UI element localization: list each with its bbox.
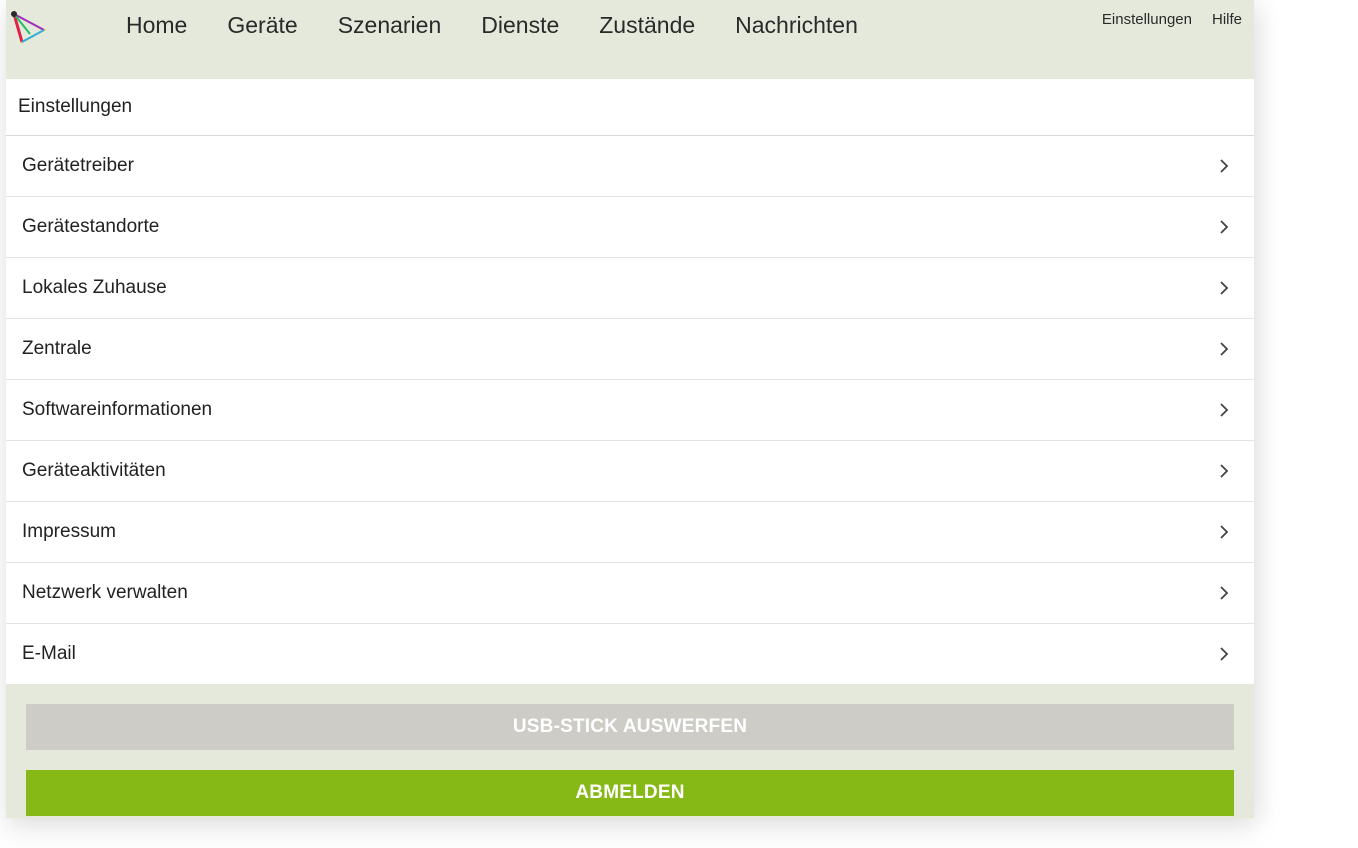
list-item-label: Zentrale [22, 338, 92, 359]
chevron-right-icon [1218, 584, 1230, 602]
list-item-label: Gerätetreiber [22, 155, 134, 176]
action-area: USB-STICK AUSWERFEN ABMELDEN [6, 684, 1254, 816]
eject-usb-button[interactable]: USB-STICK AUSWERFEN [26, 704, 1234, 750]
settings-item-software-info[interactable]: Softwareinformationen [6, 380, 1254, 441]
settings-item-device-activities[interactable]: Geräteaktivitäten [6, 441, 1254, 502]
list-item-label: Netzwerk verwalten [22, 582, 188, 603]
list-item-label: Gerätestandorte [22, 216, 160, 237]
chevron-right-icon [1218, 523, 1230, 541]
settings-item-manage-network[interactable]: Netzwerk verwalten [6, 563, 1254, 624]
chevron-right-icon [1218, 279, 1230, 297]
chevron-right-icon [1218, 340, 1230, 358]
settings-item-central-unit[interactable]: Zentrale [6, 319, 1254, 380]
settings-item-local-home[interactable]: Lokales Zuhause [6, 258, 1254, 319]
chevron-right-icon [1218, 157, 1230, 175]
chevron-right-icon [1218, 645, 1230, 663]
nav-item-home[interactable]: Home [126, 10, 187, 40]
chevron-right-icon [1218, 218, 1230, 236]
page-title: Einstellungen [6, 79, 1254, 136]
list-item-label: Geräteaktivitäten [22, 460, 166, 481]
nav-item-devices[interactable]: Geräte [227, 10, 297, 40]
list-item-label: Impressum [22, 521, 116, 542]
settings-item-email[interactable]: E-Mail [6, 624, 1254, 684]
nav-item-messages[interactable]: Nachrichten [735, 10, 858, 40]
list-item-label: E-Mail [22, 643, 76, 664]
settings-item-imprint[interactable]: Impressum [6, 502, 1254, 563]
top-navigation-bar: Home Geräte Szenarien Dienste Zustände N… [6, 0, 1254, 79]
list-item-label: Lokales Zuhause [22, 277, 167, 298]
nav-item-states[interactable]: Zustände [599, 10, 695, 40]
nav-item-services[interactable]: Dienste [481, 10, 559, 40]
nav-item-scenarios[interactable]: Szenarien [338, 10, 442, 40]
list-item-label: Softwareinformationen [22, 399, 213, 420]
utility-nav: Einstellungen Hilfe [1102, 10, 1242, 30]
app-logo-icon[interactable] [10, 10, 47, 46]
settings-list: Gerätetreiber Gerätestandorte Lokales Zu… [6, 136, 1254, 684]
main-nav: Home Geräte Szenarien Dienste Zustände N… [126, 10, 858, 40]
chevron-right-icon [1218, 462, 1230, 480]
app-window: Home Geräte Szenarien Dienste Zustände N… [6, 0, 1254, 818]
settings-link[interactable]: Einstellungen [1102, 10, 1192, 30]
chevron-right-icon [1218, 401, 1230, 419]
logout-button[interactable]: ABMELDEN [26, 770, 1234, 816]
settings-item-device-drivers[interactable]: Gerätetreiber [6, 136, 1254, 197]
settings-item-device-locations[interactable]: Gerätestandorte [6, 197, 1254, 258]
help-link[interactable]: Hilfe [1212, 10, 1242, 30]
